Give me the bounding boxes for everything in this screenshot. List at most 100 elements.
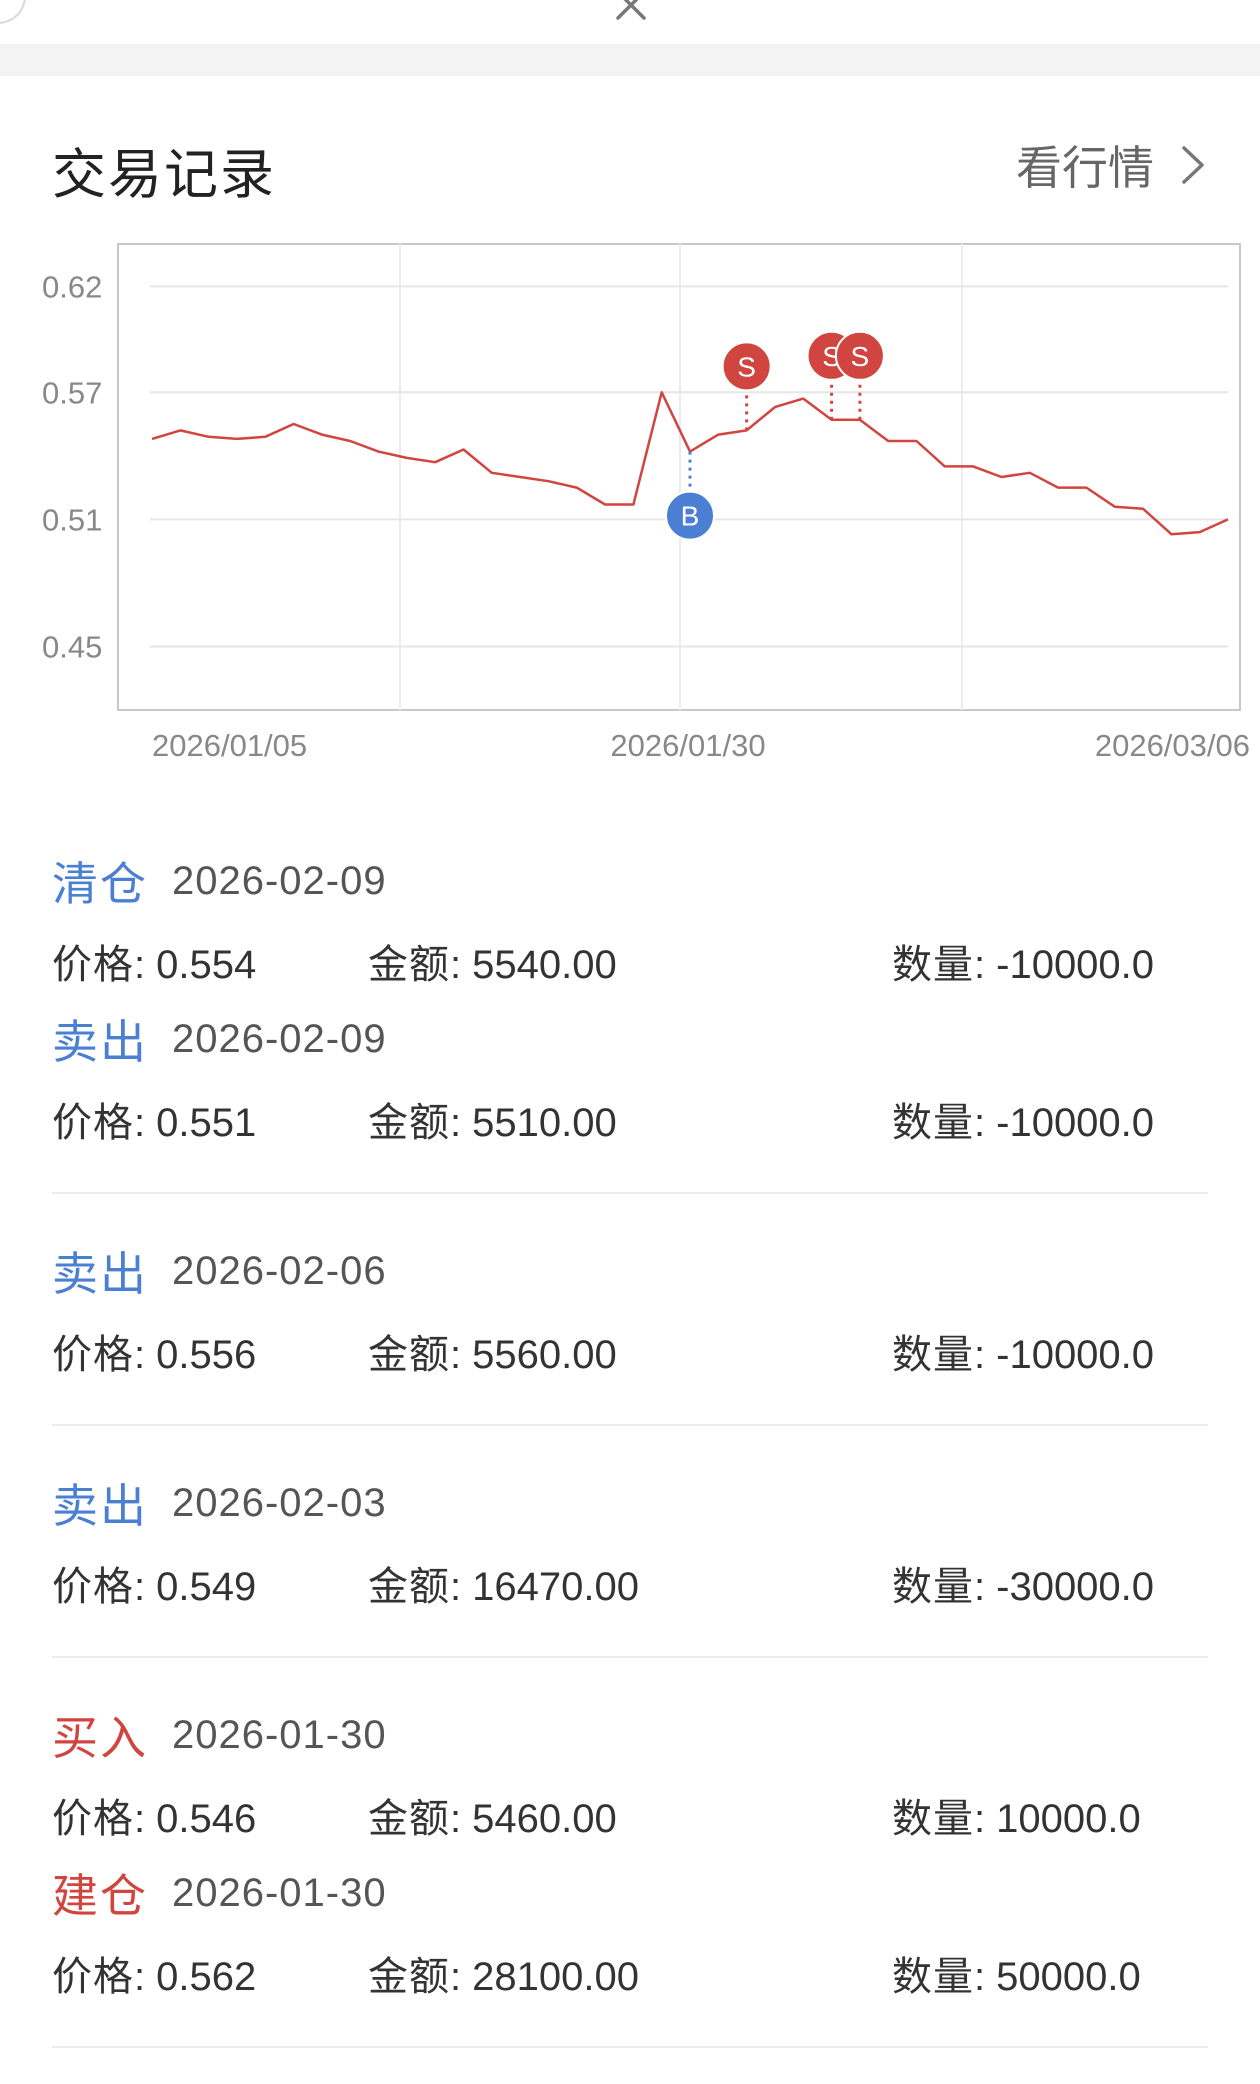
market-link-button[interactable]: 看行情 [1016, 132, 1208, 198]
quantity-label: 数量: [892, 943, 987, 987]
record-date: 2026-02-06 [172, 1248, 387, 1293]
page-title: 交易记录 [52, 145, 276, 205]
amount-value: 28100.00 [472, 1955, 639, 1999]
quantity-label: 数量: [892, 1955, 987, 1999]
record-values: 价格: 0.562 金额: 28100.00 数量: 50000.0 [0, 1934, 1260, 2010]
record-price: 价格: 0.551 [52, 1090, 256, 1148]
record-type: 买入 [52, 1712, 148, 1764]
quantity-value: -10000.0 [996, 1333, 1155, 1377]
record-values: 价格: 0.546 金额: 5460.00 数量: 10000.0 [0, 1776, 1260, 1852]
close-icon[interactable] [612, 0, 650, 24]
record-date: 2026-02-03 [172, 1480, 387, 1525]
amount-value: 5560.00 [472, 1333, 617, 1377]
record-date: 2026-01-30 [172, 1870, 387, 1915]
corner-decoration [0, 0, 26, 24]
price-label: 价格: [52, 1565, 147, 1609]
record-type: 卖出 [52, 1016, 148, 1068]
record-amount: 金额: 28100.00 [368, 1944, 639, 2002]
amount-label: 金额: [368, 1333, 463, 1377]
y-tick-label: 0.45 [42, 629, 102, 664]
x-tick-label: 2026/03/06 [1095, 728, 1250, 763]
record-header: 卖出 2026-02-09 [0, 998, 1260, 1080]
chevron-right-icon [1182, 146, 1204, 184]
quantity-value: -30000.0 [996, 1565, 1155, 1609]
x-tick-label: 2026/01/05 [152, 728, 307, 763]
chart-svg: 0.62 0.57 0.51 0.45 2026/01/05 2026/01/30 2026… [42, 243, 1250, 763]
record-quantity: 数量: -10000.0 [892, 1322, 1154, 1380]
divider [52, 1656, 1208, 1658]
record-type: 卖出 [52, 1248, 148, 1300]
quantity-value: -10000.0 [996, 943, 1155, 987]
record-date: 2026-02-09 [172, 858, 387, 903]
divider [52, 2046, 1208, 2048]
price-chart: 0.62 0.57 0.51 0.45 2026/01/05 2026/01/30 2026… [0, 236, 1260, 776]
top-bar [0, 0, 1260, 44]
quantity-label: 数量: [892, 1565, 987, 1609]
amount-value: 5510.00 [472, 1101, 617, 1145]
record-header: 清仓 2026-02-09 [0, 840, 1260, 922]
quantity-label: 数量: [892, 1333, 987, 1377]
y-tick-label: 0.51 [42, 502, 102, 537]
record-amount: 金额: 16470.00 [368, 1554, 639, 1612]
divider [52, 1192, 1208, 1194]
quantity-value: 10000.0 [996, 1797, 1141, 1841]
amount-label: 金额: [368, 1101, 463, 1145]
price-value: 0.549 [156, 1565, 257, 1609]
price-value: 0.551 [156, 1101, 257, 1145]
record-amount: 金额: 5560.00 [368, 1322, 617, 1380]
amount-value: 16470.00 [472, 1565, 639, 1609]
record-values: 价格: 0.554 金额: 5540.00 数量: -10000.0 [0, 922, 1260, 998]
record-quantity: 数量: 50000.0 [892, 1944, 1141, 2002]
divider [52, 1424, 1208, 1426]
record-date: 2026-01-30 [172, 1712, 387, 1757]
trade-records-list: 清仓 2026-02-09 价格: 0.554 金额: 5540.00 数量: -10000.… [0, 840, 1260, 2084]
market-link-label: 看行情 [1016, 142, 1154, 194]
record-quantity: 数量: 10000.0 [892, 1786, 1141, 1844]
record-price: 价格: 0.556 [52, 1322, 256, 1380]
quantity-value: 50000.0 [996, 1955, 1141, 1999]
record-quantity: 数量: -10000.0 [892, 932, 1154, 990]
record-quantity: 数量: -10000.0 [892, 1090, 1154, 1148]
record-values: 价格: 0.556 金额: 5560.00 数量: -10000.0 [0, 1312, 1260, 1388]
record-price: 价格: 0.554 [52, 932, 256, 990]
x-tick-label: 2026/01/30 [610, 728, 765, 763]
marker-label: S [851, 341, 870, 372]
amount-label: 金额: [368, 1565, 463, 1609]
price-value: 0.556 [156, 1333, 257, 1377]
record-values: 价格: 0.551 金额: 5510.00 数量: -10000.0 [0, 1080, 1260, 1156]
price-value: 0.554 [156, 943, 257, 987]
amount-label: 金额: [368, 1955, 463, 1999]
quantity-label: 数量: [892, 1797, 987, 1841]
record-type: 建仓 [52, 1870, 148, 1922]
record-type: 清仓 [52, 858, 148, 910]
price-label: 价格: [52, 1333, 147, 1377]
record-values: 价格: 0.549 金额: 16470.00 数量: -30000.0 [0, 1544, 1260, 1620]
record-price: 价格: 0.562 [52, 1944, 256, 2002]
marker-label: B [681, 501, 700, 532]
record-amount: 金额: 5460.00 [368, 1786, 617, 1844]
price-label: 价格: [52, 943, 147, 987]
record-price: 价格: 0.546 [52, 1786, 256, 1844]
record-quantity: 数量: -30000.0 [892, 1554, 1154, 1612]
record-date: 2026-02-09 [172, 1016, 387, 1061]
record-amount: 金额: 5540.00 [368, 932, 617, 990]
quantity-value: -10000.0 [996, 1101, 1155, 1145]
price-value: 0.546 [156, 1797, 257, 1841]
y-tick-label: 0.57 [42, 375, 102, 410]
price-label: 价格: [52, 1797, 147, 1841]
header: 交易记录 看行情 [0, 76, 1260, 236]
record-header: 买入 2026-01-30 [0, 1694, 1260, 1776]
quantity-label: 数量: [892, 1101, 987, 1145]
amount-label: 金额: [368, 943, 463, 987]
record-header: 卖出 2026-02-03 [0, 1462, 1260, 1544]
record-amount: 金额: 5510.00 [368, 1090, 617, 1148]
price-label: 价格: [52, 1955, 147, 1999]
price-label: 价格: [52, 1101, 147, 1145]
marker-label: S [737, 351, 756, 382]
y-tick-label: 0.62 [42, 269, 102, 304]
amount-label: 金额: [368, 1797, 463, 1841]
amount-value: 5540.00 [472, 943, 617, 987]
section-separator [0, 44, 1260, 76]
price-value: 0.562 [156, 1955, 257, 1999]
record-header: 卖出 2026-02-06 [0, 1230, 1260, 1312]
